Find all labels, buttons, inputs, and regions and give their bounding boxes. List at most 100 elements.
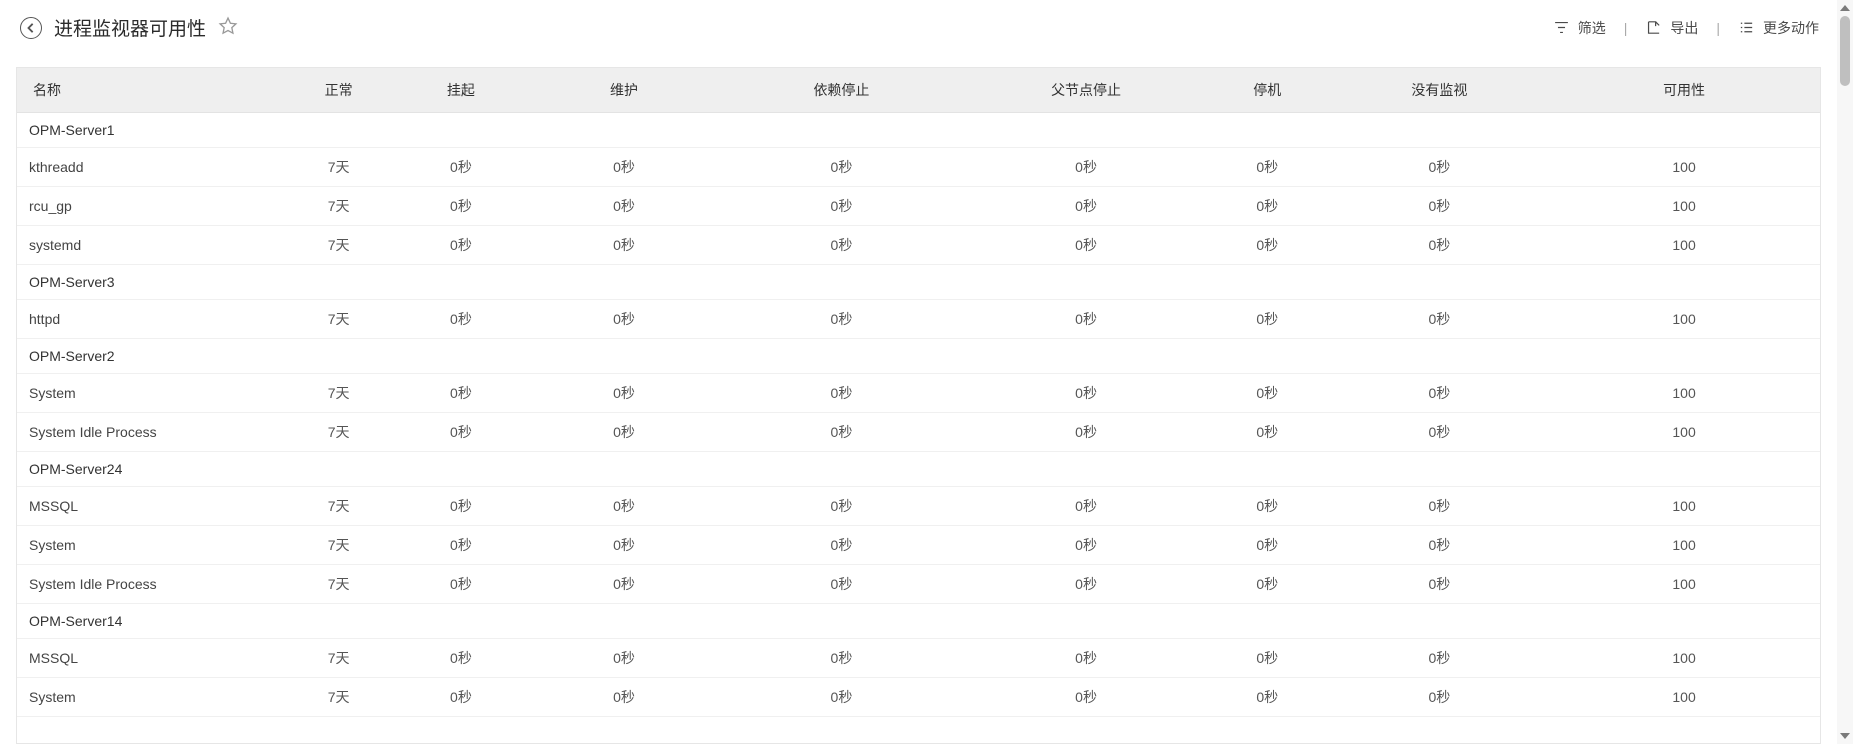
cell-down: 0秒 xyxy=(1204,226,1331,265)
cell-dep_stop: 0秒 xyxy=(715,639,969,678)
process-name: System Idle Process xyxy=(17,413,289,452)
cell-dep_stop: 0秒 xyxy=(715,487,969,526)
cell-maintain: 0秒 xyxy=(533,413,714,452)
cell-down: 0秒 xyxy=(1204,487,1331,526)
col-no-monitor[interactable]: 没有监视 xyxy=(1331,68,1548,113)
list-icon xyxy=(1738,19,1755,36)
table-row[interactable]: System Idle Process7天0秒0秒0秒0秒0秒0秒100 xyxy=(17,413,1820,452)
cell-normal: 7天 xyxy=(289,678,389,717)
table-row[interactable]: MSSQL7天0秒0秒0秒0秒0秒0秒100 xyxy=(17,639,1820,678)
group-row[interactable]: OPM-Server3 xyxy=(17,265,1820,300)
cell-maintain: 0秒 xyxy=(533,300,714,339)
col-parent-stop[interactable]: 父节点停止 xyxy=(968,68,1204,113)
cell-normal: 7天 xyxy=(289,487,389,526)
cell-no_monitor: 0秒 xyxy=(1331,300,1548,339)
scroll-up-arrow-icon[interactable] xyxy=(1840,5,1850,11)
cell-normal: 7天 xyxy=(289,374,389,413)
cell-parent_stop: 0秒 xyxy=(968,678,1204,717)
cell-parent_stop: 0秒 xyxy=(968,374,1204,413)
scrollbar-thumb[interactable] xyxy=(1840,16,1850,86)
cell-hang: 0秒 xyxy=(388,526,533,565)
cell-hang: 0秒 xyxy=(388,639,533,678)
cell-maintain: 0秒 xyxy=(533,678,714,717)
more-actions-button[interactable]: 更多动作 xyxy=(1738,18,1819,38)
cell-dep_stop: 0秒 xyxy=(715,226,969,265)
export-button[interactable]: 导出 xyxy=(1645,18,1698,38)
cell-maintain: 0秒 xyxy=(533,148,714,187)
cell-parent_stop: 0秒 xyxy=(968,300,1204,339)
group-name: OPM-Server14 xyxy=(17,604,1820,639)
toolbar: 筛选 | 导出 | 更多动作 xyxy=(1553,18,1819,38)
cell-no_monitor: 0秒 xyxy=(1331,374,1548,413)
cell-normal: 7天 xyxy=(289,148,389,187)
cell-down: 0秒 xyxy=(1204,639,1331,678)
filter-label: 筛选 xyxy=(1578,18,1606,38)
table-row[interactable]: kthreadd7天0秒0秒0秒0秒0秒0秒100 xyxy=(17,148,1820,187)
scrollbar-track[interactable] xyxy=(1837,14,1853,730)
filter-button[interactable]: 筛选 xyxy=(1553,18,1606,38)
process-name: System xyxy=(17,526,289,565)
group-row[interactable]: OPM-Server24 xyxy=(17,452,1820,487)
cell-normal: 7天 xyxy=(289,226,389,265)
cell-dep_stop: 0秒 xyxy=(715,413,969,452)
col-hang[interactable]: 挂起 xyxy=(388,68,533,113)
col-maintain[interactable]: 维护 xyxy=(533,68,714,113)
table-row[interactable]: systemd7天0秒0秒0秒0秒0秒0秒100 xyxy=(17,226,1820,265)
cell-hang: 0秒 xyxy=(388,374,533,413)
col-down[interactable]: 停机 xyxy=(1204,68,1331,113)
process-name: MSSQL xyxy=(17,639,289,678)
table-row[interactable]: rcu_gp7天0秒0秒0秒0秒0秒0秒100 xyxy=(17,187,1820,226)
process-name: System xyxy=(17,374,289,413)
cell-dep_stop: 0秒 xyxy=(715,187,969,226)
cell-avail: 100 xyxy=(1548,413,1820,452)
group-name: OPM-Server3 xyxy=(17,265,1820,300)
cell-dep_stop: 0秒 xyxy=(715,678,969,717)
table-row[interactable]: System7天0秒0秒0秒0秒0秒0秒100 xyxy=(17,374,1820,413)
table-row[interactable]: System7天0秒0秒0秒0秒0秒0秒100 xyxy=(17,678,1820,717)
favorite-toggle[interactable] xyxy=(218,16,238,39)
process-name: System Idle Process xyxy=(17,565,289,604)
cell-maintain: 0秒 xyxy=(533,187,714,226)
cell-hang: 0秒 xyxy=(388,565,533,604)
cell-avail: 100 xyxy=(1548,187,1820,226)
cell-parent_stop: 0秒 xyxy=(968,639,1204,678)
toolbar-separator: | xyxy=(1616,20,1636,36)
cell-hang: 0秒 xyxy=(388,187,533,226)
table-row[interactable]: System7天0秒0秒0秒0秒0秒0秒100 xyxy=(17,526,1820,565)
table-header-row: 名称 正常 挂起 维护 依赖停止 父节点停止 停机 没有监视 可用性 xyxy=(17,68,1820,113)
cell-dep_stop: 0秒 xyxy=(715,300,969,339)
group-row[interactable]: OPM-Server1 xyxy=(17,113,1820,148)
cell-parent_stop: 0秒 xyxy=(968,226,1204,265)
cell-hang: 0秒 xyxy=(388,148,533,187)
col-dep-stop[interactable]: 依赖停止 xyxy=(715,68,969,113)
cell-no_monitor: 0秒 xyxy=(1331,678,1548,717)
page-title: 进程监视器可用性 xyxy=(54,14,206,41)
cell-hang: 0秒 xyxy=(388,487,533,526)
cell-maintain: 0秒 xyxy=(533,374,714,413)
table-row[interactable]: httpd7天0秒0秒0秒0秒0秒0秒100 xyxy=(17,300,1820,339)
export-label: 导出 xyxy=(1670,18,1698,38)
table-row[interactable]: MSSQL7天0秒0秒0秒0秒0秒0秒100 xyxy=(17,487,1820,526)
back-button[interactable] xyxy=(20,17,42,39)
group-name: OPM-Server2 xyxy=(17,339,1820,374)
cell-hang: 0秒 xyxy=(388,678,533,717)
filter-icon xyxy=(1553,19,1570,36)
availability-table: 名称 正常 挂起 维护 依赖停止 父节点停止 停机 没有监视 可用性 OPM-S… xyxy=(16,67,1821,744)
col-name[interactable]: 名称 xyxy=(17,68,289,113)
group-row[interactable]: OPM-Server14 xyxy=(17,604,1820,639)
group-row[interactable]: OPM-Server2 xyxy=(17,339,1820,374)
cell-no_monitor: 0秒 xyxy=(1331,639,1548,678)
cell-avail: 100 xyxy=(1548,678,1820,717)
cell-parent_stop: 0秒 xyxy=(968,413,1204,452)
table-row[interactable]: System Idle Process7天0秒0秒0秒0秒0秒0秒100 xyxy=(17,565,1820,604)
cell-avail: 100 xyxy=(1548,300,1820,339)
process-name: MSSQL xyxy=(17,487,289,526)
col-normal[interactable]: 正常 xyxy=(289,68,389,113)
cell-hang: 0秒 xyxy=(388,226,533,265)
scroll-down-arrow-icon[interactable] xyxy=(1840,733,1850,739)
cell-down: 0秒 xyxy=(1204,413,1331,452)
col-avail[interactable]: 可用性 xyxy=(1548,68,1820,113)
vertical-scrollbar[interactable] xyxy=(1837,0,1853,744)
cell-hang: 0秒 xyxy=(388,413,533,452)
cell-hang: 0秒 xyxy=(388,300,533,339)
